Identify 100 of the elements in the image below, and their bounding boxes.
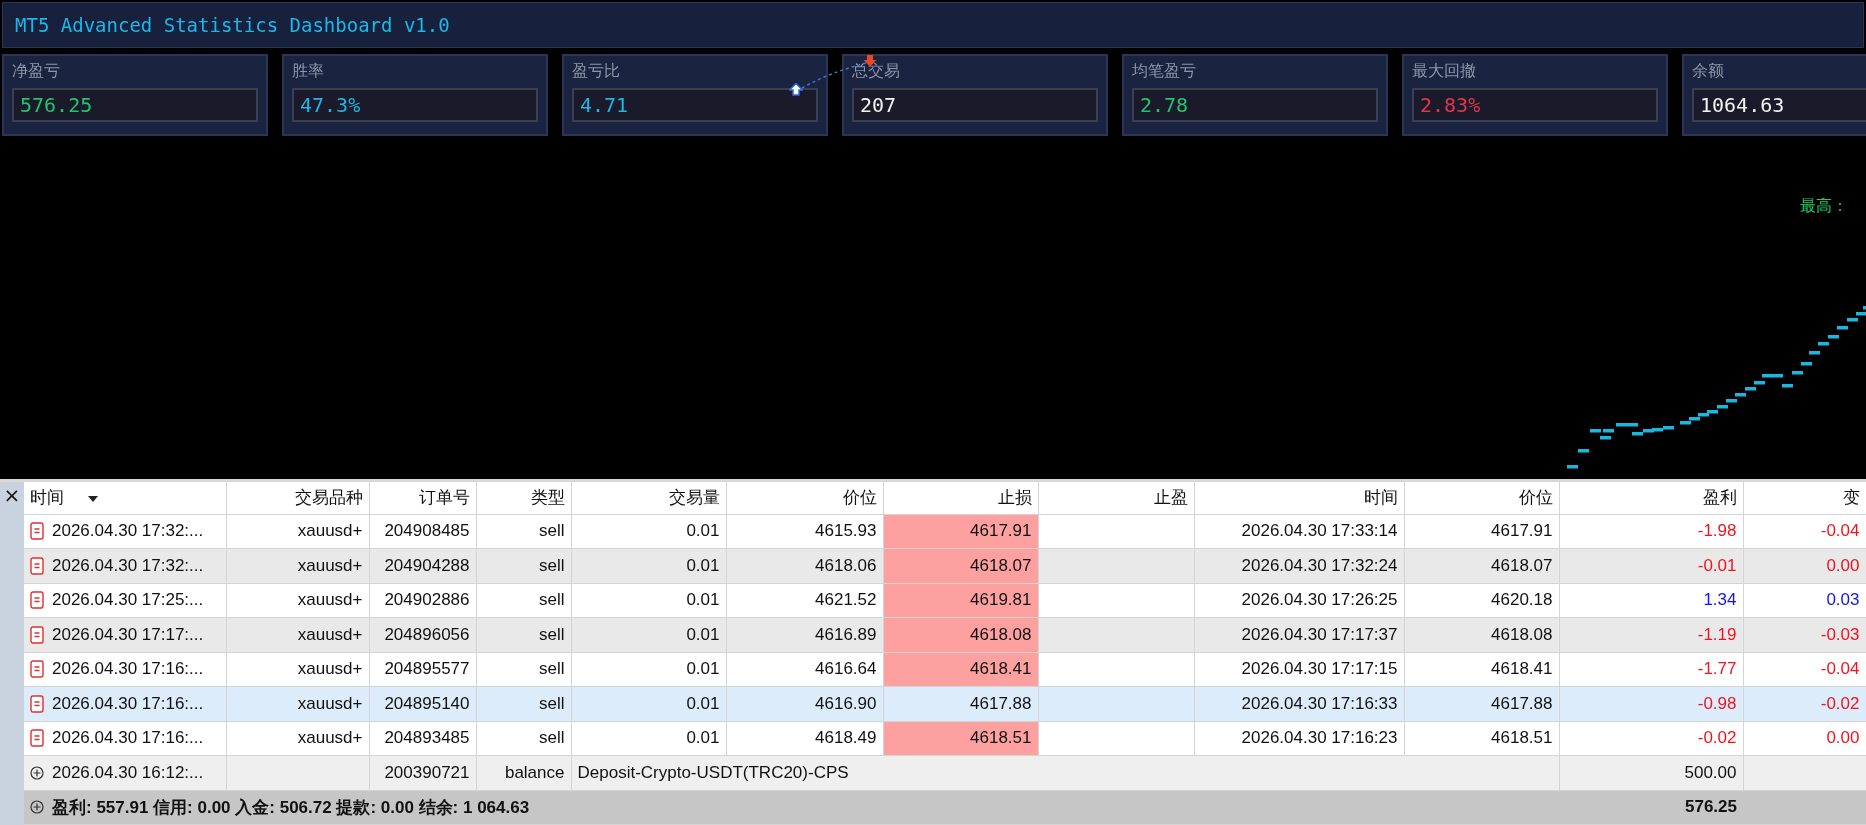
table-row[interactable]: 2026.04.30 17:16:... xauusd+ 204893485 sell 0.01 4618.49 4618.51 2026.04.30 17:16:23 4618.51 -0.02 0.00 xyxy=(24,721,1866,756)
table-cell: 204908485 xyxy=(369,514,476,549)
table-cell: 204895140 xyxy=(369,686,476,721)
table-cell: 0.01 xyxy=(571,548,726,583)
table-cell: 4619.81 xyxy=(883,583,1038,618)
document-icon xyxy=(30,729,44,748)
table-cell: 4616.90 xyxy=(726,686,883,721)
column-header[interactable]: 变 xyxy=(1743,482,1866,514)
table-row[interactable]: 2026.04.30 17:32:... xauusd+ 204904288 sell 0.01 4618.06 4618.07 2026.04.30 17:32:24 4618.07 -0.01 0.00 xyxy=(24,548,1866,583)
column-header[interactable]: 类型 xyxy=(476,482,571,514)
table-cell: sell xyxy=(476,686,571,721)
column-header[interactable]: 止盈 xyxy=(1038,482,1194,514)
table-cell: 2026.04.30 17:17:37 xyxy=(1194,617,1404,652)
table-cell: 2026.04.30 17:16:23 xyxy=(1194,721,1404,756)
column-header[interactable]: 盈利 xyxy=(1559,482,1743,514)
table-cell: 2026.04.30 17:25:... xyxy=(52,590,204,611)
table-cell: xauusd+ xyxy=(226,617,369,652)
table-cell: 0.01 xyxy=(571,583,726,618)
table-cell: 0.01 xyxy=(571,617,726,652)
table-cell: 2026.04.30 16:12:... xyxy=(52,762,204,783)
table-cell: 4616.89 xyxy=(726,617,883,652)
table-cell: 2026.04.30 17:16:... xyxy=(52,693,204,714)
column-header[interactable]: 止损 xyxy=(883,482,1038,514)
document-icon xyxy=(30,660,44,679)
table-cell: balance xyxy=(476,755,571,790)
table-cell: 0.01 xyxy=(571,686,726,721)
table-cell: 2026.04.30 17:32:24 xyxy=(1194,548,1404,583)
table-cell: sell xyxy=(476,721,571,756)
document-icon xyxy=(30,556,44,575)
table-cell: 0.03 xyxy=(1743,583,1866,618)
table-cell: -0.01 xyxy=(1559,548,1743,583)
table-cell: sell xyxy=(476,514,571,549)
table-cell: -0.03 xyxy=(1743,617,1866,652)
table-cell: 0.00 xyxy=(1743,721,1866,756)
chart-label: 最高： xyxy=(1800,196,1848,217)
table-cell: 2026.04.30 17:17:15 xyxy=(1194,652,1404,687)
document-icon xyxy=(30,591,44,610)
table-cell: -0.04 xyxy=(1743,652,1866,687)
table-row[interactable]: 2026.04.30 17:25:... xauusd+ 204902886 sell 0.01 4621.52 4619.81 2026.04.30 17:26:25 4620.18 1.34 0.03 xyxy=(24,583,1866,618)
table-cell: sell xyxy=(476,652,571,687)
table-row[interactable]: 2026.04.30 17:16:... xauusd+ 204895577 sell 0.01 4616.64 4618.41 2026.04.30 17:17:15 4618.41 -1.77 -0.04 xyxy=(24,652,1866,687)
stat-value: 1064.63 xyxy=(1692,88,1866,122)
table-row[interactable]: 2026.04.30 16:12:... 200390721 balance Deposit-Crypto-USDT(TRC20)-CPS 500.00 xyxy=(24,755,1866,790)
table-cell: 4618.08 xyxy=(883,617,1038,652)
table-cell: 1.34 xyxy=(1559,583,1743,618)
column-header[interactable]: 交易量 xyxy=(571,482,726,514)
expand-icon[interactable] xyxy=(30,800,44,815)
window-title: MT5 Advanced Statistics Dashboard v1.0 xyxy=(15,14,450,36)
table-cell: 2026.04.30 17:26:25 xyxy=(1194,583,1404,618)
column-header[interactable]: 订单号 xyxy=(369,482,476,514)
table-cell: Deposit-Crypto-USDT(TRC20)-CPS xyxy=(571,755,1559,790)
column-header[interactable]: 交易品种 xyxy=(226,482,369,514)
column-header[interactable]: 价位 xyxy=(726,482,883,514)
up-arrow-icon xyxy=(789,83,803,96)
column-header[interactable]: 时间 xyxy=(1194,482,1404,514)
table-cell: 2026.04.30 17:16:... xyxy=(52,728,204,749)
stat-value: 2.83% xyxy=(1412,88,1658,122)
stat-value: 4.71 xyxy=(572,88,818,122)
table-cell: 2026.04.30 17:16:... xyxy=(52,659,204,680)
table-cell: 4618.51 xyxy=(1404,721,1559,756)
table-cell: sell xyxy=(476,617,571,652)
table-cell: 204896056 xyxy=(369,617,476,652)
stat-label: 最大回撤 xyxy=(1412,61,1477,82)
stat-value: 576.25 xyxy=(12,88,258,122)
column-header[interactable]: 时间 xyxy=(24,482,226,514)
table-cell: -1.19 xyxy=(1559,617,1743,652)
sort-icon xyxy=(88,495,98,502)
table-cell: 4617.91 xyxy=(883,514,1038,549)
table-row[interactable]: 2026.04.30 17:32:... xauusd+ 204908485 sell 0.01 4615.93 4617.91 2026.04.30 17:33:14 4617.91 -1.98 -0.04 xyxy=(24,514,1866,549)
table-cell: 500.00 xyxy=(1559,755,1743,790)
table-cell: 4618.41 xyxy=(1404,652,1559,687)
table-cell: xauusd+ xyxy=(226,583,369,618)
table-cell: 4617.88 xyxy=(1404,686,1559,721)
table-cell: -0.04 xyxy=(1743,514,1866,549)
table-cell: xauusd+ xyxy=(226,721,369,756)
column-header[interactable]: 价位 xyxy=(1404,482,1559,514)
table-cell: 2026.04.30 17:32:... xyxy=(52,555,204,576)
table-cell: 204904288 xyxy=(369,548,476,583)
table-cell: 0.01 xyxy=(571,514,726,549)
table-cell: 2026.04.30 17:16:33 xyxy=(1194,686,1404,721)
table-cell: 4617.91 xyxy=(1404,514,1559,549)
table-cell: -0.02 xyxy=(1743,686,1866,721)
close-icon[interactable]: × xyxy=(3,482,21,825)
expand-icon[interactable] xyxy=(30,765,44,780)
table-row[interactable]: 2026.04.30 17:16:... xauusd+ 204895140 sell 0.01 4616.90 4617.88 2026.04.30 17:16:33 4617.88 -0.98 -0.02 xyxy=(24,686,1866,721)
table-cell: sell xyxy=(476,583,571,618)
stat-label: 余额 xyxy=(1692,61,1725,82)
table-cell: 4618.07 xyxy=(883,548,1038,583)
table-cell: 204893485 xyxy=(369,721,476,756)
summary-text: 盈利: 557.91 信用: 0.00 入金: 506.72 提款: 0.00 结余: 1 064.63 xyxy=(52,796,530,819)
stat-label: 盈亏比 xyxy=(572,61,621,82)
table-row[interactable]: 2026.04.30 17:17:... xauusd+ 204896056 sell 0.01 4616.89 4618.08 2026.04.30 17:17:37 4618.08 -1.19 -0.03 xyxy=(24,617,1866,652)
table-cell: -0.02 xyxy=(1559,721,1743,756)
stat-value: 47.3% xyxy=(292,88,538,122)
table-cell: xauusd+ xyxy=(226,514,369,549)
table-cell: 4618.07 xyxy=(1404,548,1559,583)
table-cell: xauusd+ xyxy=(226,686,369,721)
table-cell: 204902886 xyxy=(369,583,476,618)
table-cell: 0.01 xyxy=(571,721,726,756)
table-cell: 4621.52 xyxy=(726,583,883,618)
